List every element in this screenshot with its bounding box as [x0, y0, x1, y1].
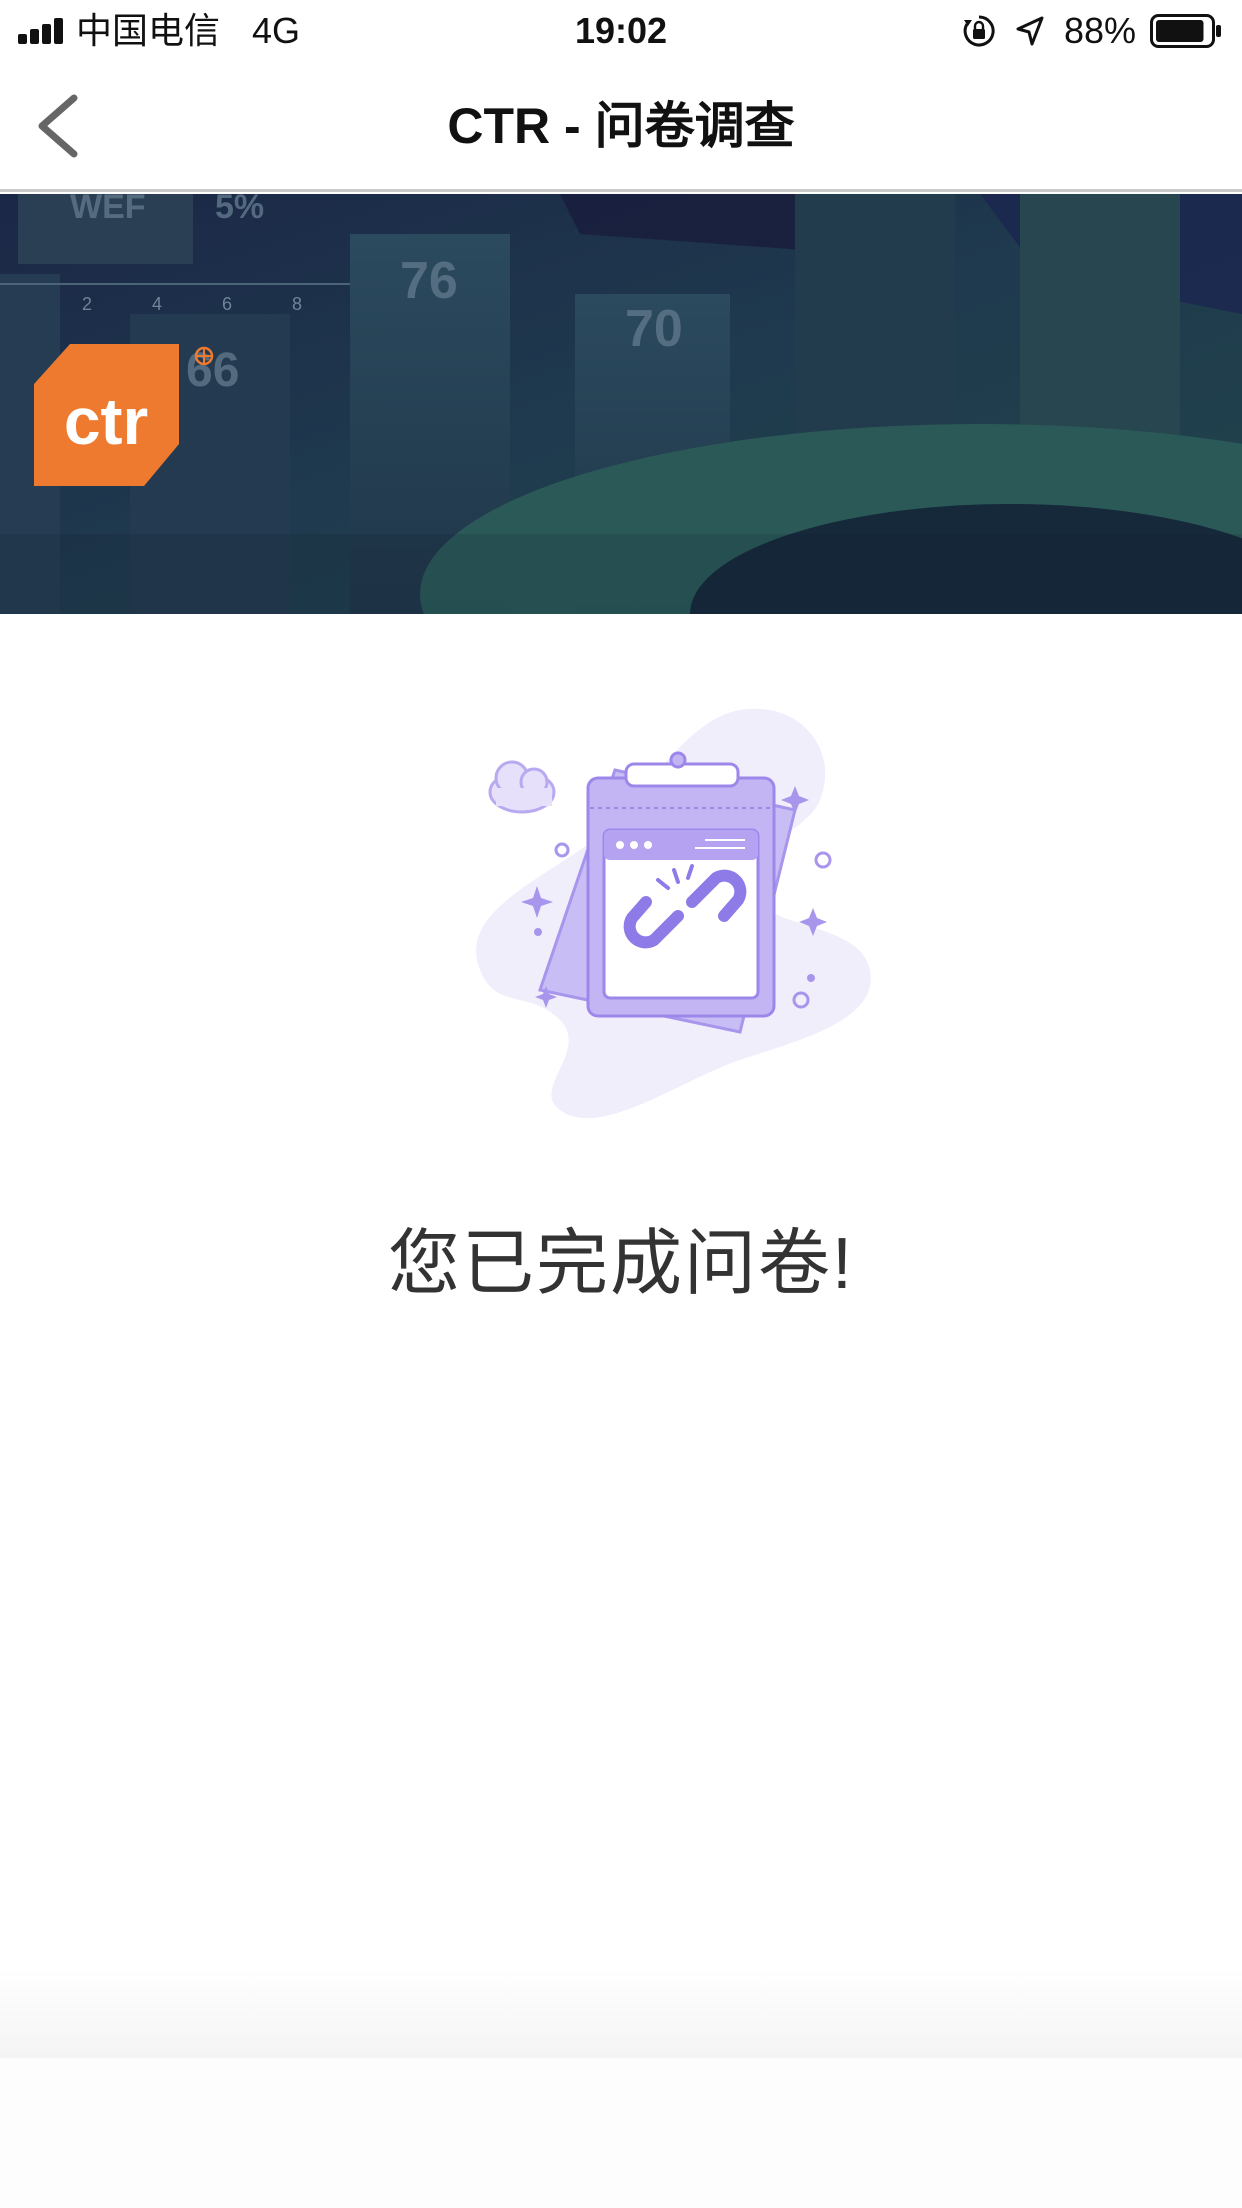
ctr-logo: ctr — [34, 344, 214, 486]
svg-text:8: 8 — [292, 294, 302, 314]
survey-banner: 2468 WEF 5% 76 70 66 ctr — [0, 194, 1242, 614]
navigation-bar: CTR - 问卷调查 — [0, 62, 1242, 192]
banner-label-percent: 5% — [215, 194, 264, 226]
location-arrow-icon — [1016, 16, 1044, 46]
page-title: CTR - 问卷调查 — [447, 98, 795, 154]
bottom-bar — [0, 2058, 1242, 2208]
rotation-lock-icon — [963, 15, 995, 47]
completed-survey-illustration — [476, 708, 871, 1119]
battery-percentage: 88% — [1064, 10, 1137, 51]
banner-number-70: 70 — [625, 300, 683, 358]
banner-number-76: 76 — [400, 252, 458, 310]
bottom-shadow — [0, 1968, 1242, 2058]
svg-text:4: 4 — [152, 294, 162, 314]
status-bar: 中国电信 4G 19:02 88% — [0, 0, 1242, 62]
svg-text:6: 6 — [222, 294, 232, 314]
cloud-icon — [488, 760, 556, 814]
logo-text: ctr — [64, 384, 148, 458]
completion-message: 您已完成问卷! — [387, 1224, 854, 1304]
status-time: 19:02 — [574, 10, 668, 51]
banner-label-wef: WEF — [70, 194, 146, 226]
battery-icon — [1150, 14, 1221, 48]
svg-text:2: 2 — [82, 294, 92, 314]
